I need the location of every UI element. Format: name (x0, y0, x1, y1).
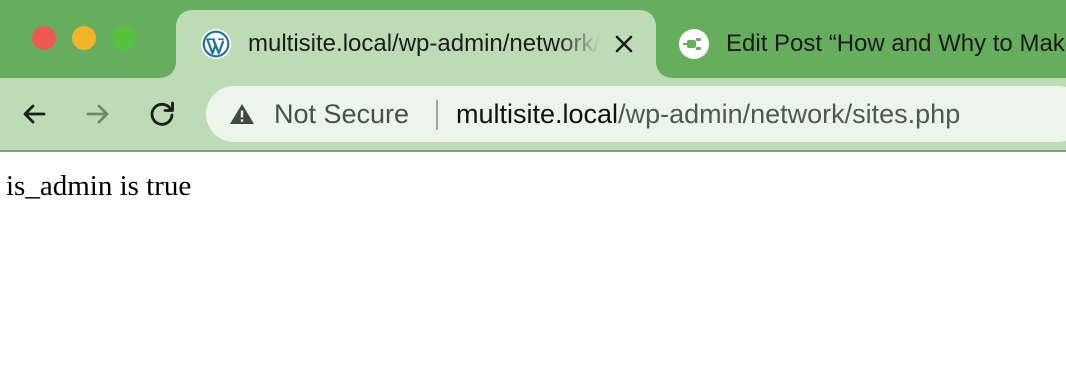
close-icon[interactable] (612, 32, 636, 56)
forward-arrow-icon[interactable] (82, 98, 114, 130)
url-text[interactable]: multisite.local/wp-admin/network/sites.p… (456, 99, 960, 130)
toolbar: Not Secure multisite.local/wp-admin/netw… (0, 78, 1066, 150)
tab-multisite-sites[interactable]: multisite.local/wp-admin/network/sites.p… (176, 10, 656, 78)
address-bar[interactable]: Not Secure multisite.local/wp-admin/netw… (206, 86, 1066, 142)
omnibox-divider (436, 100, 438, 130)
back-arrow-icon[interactable] (18, 98, 50, 130)
tab-edit-post[interactable]: Edit Post “How and Why to Make (660, 10, 1066, 78)
plug-icon (678, 28, 710, 60)
window-minimize-button[interactable] (72, 26, 96, 50)
url-host: multisite.local (456, 99, 619, 129)
url-path: /wp-admin/network/sites.php (618, 99, 961, 129)
page-content: is_admin is true (0, 152, 1066, 376)
tab-title: Edit Post “How and Why to Make (726, 30, 1066, 57)
window-maximize-button[interactable] (112, 26, 136, 50)
window-close-button[interactable] (32, 26, 56, 50)
tab-strip: multisite.local/wp-admin/network/sites.p… (0, 0, 1066, 78)
wordpress-icon (200, 28, 232, 60)
warning-icon[interactable] (228, 102, 256, 126)
security-status-label[interactable]: Not Secure (274, 99, 409, 130)
page-body-text: is_admin is true (6, 170, 192, 202)
browser-window: multisite.local/wp-admin/network/sites.p… (0, 0, 1066, 376)
tab-title: multisite.local/wp-admin/network/sites.p… (248, 30, 600, 57)
reload-icon[interactable] (146, 98, 178, 130)
